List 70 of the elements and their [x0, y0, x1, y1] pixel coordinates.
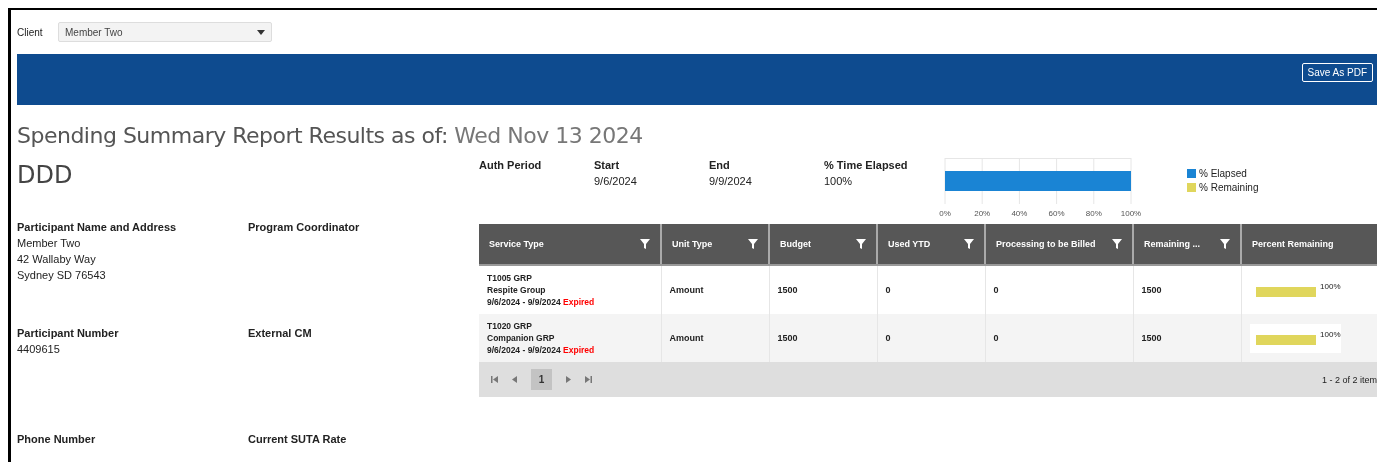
- field-label: Phone Number: [17, 433, 97, 445]
- field-label: Participant Number: [17, 327, 120, 339]
- table-cell: 1500: [777, 285, 798, 295]
- table-cell: 1500: [1141, 285, 1162, 295]
- column-header: Percent Remaining: [1241, 224, 1377, 265]
- tick-label: 40%: [1011, 209, 1028, 218]
- tick-label: 0%: [939, 209, 951, 218]
- field-value: 42 Wallaby Way: [17, 252, 97, 267]
- filter-icon[interactable]: [748, 239, 758, 249]
- status-label: Expired: [563, 297, 595, 307]
- caret-icon: [257, 29, 265, 35]
- table-cell: 0: [993, 285, 999, 295]
- field-label: External CM: [248, 327, 313, 339]
- table-cell: 1500: [777, 333, 798, 343]
- field-label: End: [709, 159, 731, 171]
- client-label: Client: [17, 26, 44, 38]
- tick-label: 80%: [1085, 209, 1102, 218]
- percent-label: 100%: [1320, 281, 1341, 291]
- table-cell: 0: [993, 333, 999, 343]
- next-page-icon[interactable]: [566, 376, 571, 383]
- first-page-icon[interactable]: [491, 376, 498, 383]
- field-value: 100%: [824, 175, 854, 187]
- legend-label: % Elapsed: [1199, 168, 1247, 179]
- field-label: % Time Elapsed: [824, 159, 909, 171]
- field-label: Auth Period: [479, 159, 543, 171]
- column-header: Used YTD: [877, 224, 985, 265]
- last-page-icon[interactable]: [585, 376, 592, 383]
- table-cell: Amount: [669, 285, 704, 295]
- filter-icon[interactable]: [856, 239, 866, 249]
- percent-label: 100%: [1320, 329, 1341, 339]
- status-label: Expired: [563, 345, 595, 355]
- tick-label: 20%: [974, 209, 991, 218]
- client-code: DDD: [17, 161, 74, 191]
- service-name: Companion GRP: [487, 332, 556, 344]
- table-cell: Amount: [669, 333, 704, 343]
- client-dropdown[interactable]: Member Two: [58, 22, 272, 42]
- service-period: 9/6/2024 - 9/9/2024: [487, 297, 561, 307]
- save-pdf-button[interactable]: Save As PDF: [1301, 63, 1373, 82]
- page-button[interactable]: 1: [531, 369, 552, 390]
- report-title: Spending Summary Report Results as of: Wed Nov 13 2024: [17, 123, 644, 148]
- table-cell: 0: [885, 285, 891, 295]
- service-code: T1020 GRP: [487, 320, 533, 332]
- column-header: Remaining ...: [1133, 224, 1241, 265]
- tick-label: 60%: [1048, 209, 1065, 218]
- field-label: Start: [594, 159, 621, 171]
- field-label: Current SUTA Rate: [248, 433, 348, 445]
- filter-icon[interactable]: [1220, 239, 1230, 249]
- tick-label: 100%: [1120, 209, 1142, 218]
- table-cell: 0: [885, 333, 891, 343]
- filter-icon[interactable]: [640, 239, 650, 249]
- service-name: Respite Group: [487, 284, 547, 296]
- field-label: Program Coordinator: [248, 221, 361, 233]
- field-value: Sydney SD 76543: [17, 268, 107, 283]
- table-cell: 1500: [1141, 333, 1162, 343]
- legend-label: % Remaining: [1199, 182, 1259, 193]
- service-period: 9/6/2024 - 9/9/2024: [487, 345, 561, 355]
- service-code: T1005 GRP: [487, 272, 533, 284]
- field-label: Participant Name and Address: [17, 221, 178, 233]
- previous-page-icon[interactable]: [512, 376, 517, 383]
- field-value: Member Two: [17, 236, 82, 251]
- column-header: Processing to be Billed: [985, 224, 1133, 265]
- column-header: Unit Type: [661, 224, 769, 265]
- filter-icon[interactable]: [1112, 239, 1122, 249]
- field-value: 4409615: [17, 342, 61, 357]
- column-header: Service Type: [479, 224, 661, 265]
- filter-icon[interactable]: [964, 239, 974, 249]
- field-value: 9/9/2024: [709, 175, 753, 187]
- pager-summary: 1 - 2 of 2 item: [1321, 374, 1377, 385]
- column-header: Budget: [769, 224, 877, 265]
- field-value: 9/6/2024: [594, 175, 638, 187]
